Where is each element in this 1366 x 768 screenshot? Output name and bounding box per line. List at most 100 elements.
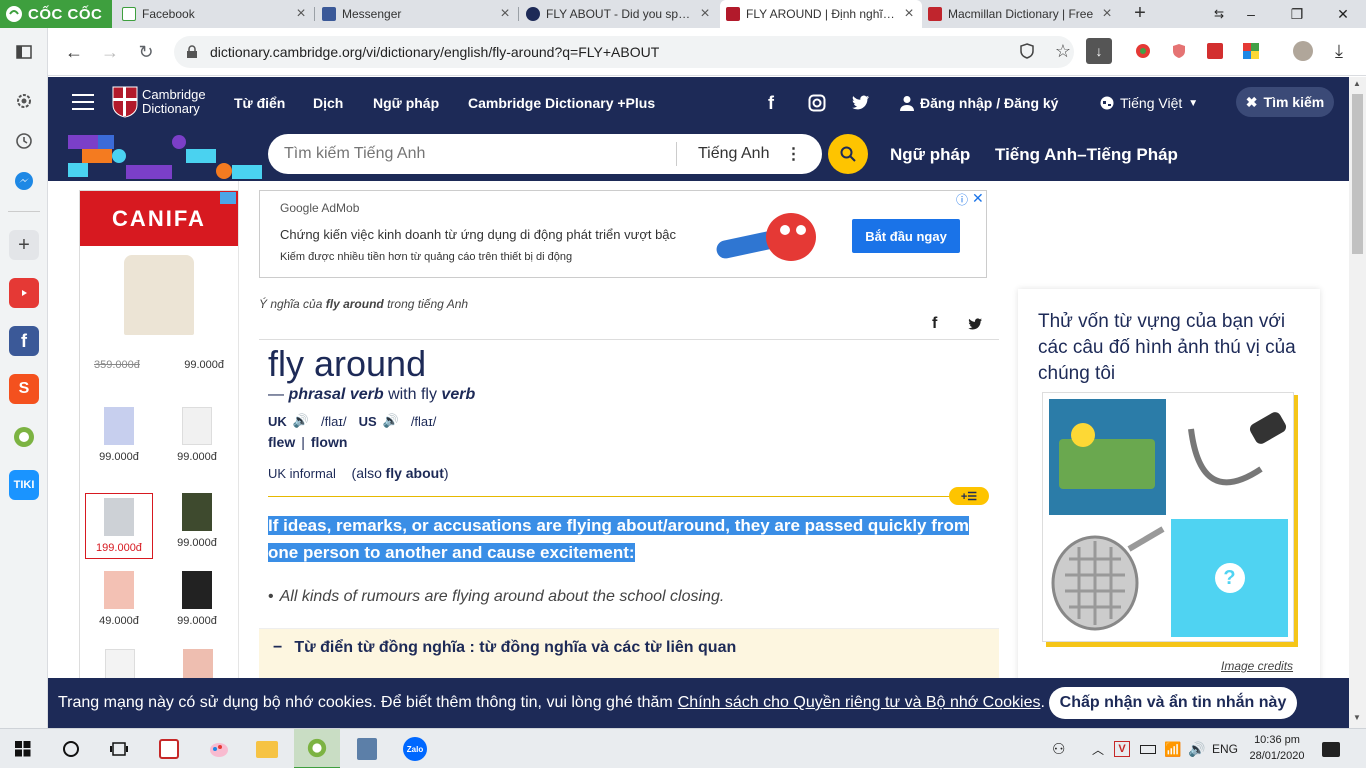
quiz-image-unknown[interactable]: ? <box>1171 519 1288 637</box>
volume-icon[interactable]: 🔊 <box>1188 729 1205 768</box>
nav-translate[interactable]: Dịch <box>313 77 343 129</box>
scroll-down-icon[interactable]: ▼ <box>1353 713 1361 722</box>
product-item-selected[interactable]: 199.000đ <box>85 493 153 559</box>
english-french-link[interactable]: Tiếng Anh–Tiếng Pháp <box>995 129 1178 181</box>
shopee-icon[interactable]: S <box>9 374 39 404</box>
login-link[interactable]: Đăng nhập / Đăng ký <box>900 77 1058 129</box>
new-tab-button[interactable]: + <box>1128 2 1152 26</box>
search-button[interactable] <box>828 134 868 174</box>
tab-fly-around[interactable]: FLY AROUND | Định nghĩa tr × <box>720 0 922 28</box>
close-tab-icon[interactable]: × <box>294 5 308 23</box>
minimize-button[interactable]: – <box>1228 0 1274 28</box>
input-language[interactable]: ENG <box>1212 729 1238 768</box>
sidebar-toggle-icon[interactable] <box>9 37 39 67</box>
tab-fly-about[interactable]: FLY ABOUT - Did you spell it × <box>520 0 718 28</box>
ad-close-icon[interactable]: ✕ <box>972 191 984 207</box>
close-tab-icon[interactable]: × <box>1100 5 1114 23</box>
image-credits-link[interactable]: Image credits <box>1221 659 1293 673</box>
close-tab-icon[interactable]: × <box>902 5 916 23</box>
coccoc-icon[interactable] <box>9 422 39 452</box>
language-selector[interactable]: Tiếng Việt ▼ <box>1100 77 1198 129</box>
task-view-icon[interactable] <box>96 729 142 768</box>
close-tab-icon[interactable]: × <box>698 5 712 23</box>
product-item[interactable]: 99.000đ <box>172 407 222 463</box>
product-item[interactable]: 99.000đ <box>172 493 222 549</box>
accept-cookies-button[interactable]: Chấp nhận và ẩn tin nhắn này <box>1049 687 1297 719</box>
maximize-button[interactable]: ❐ <box>1274 0 1320 28</box>
tiki-icon[interactable]: TIKI <box>9 470 39 500</box>
nav-grammar[interactable]: Ngữ pháp <box>373 77 439 129</box>
add-app-icon[interactable]: + <box>9 230 39 260</box>
scrollbar-thumb[interactable] <box>1352 94 1363 254</box>
forward-icon[interactable]: → <box>94 36 126 68</box>
cambridge-logo[interactable]: Cambridge Dictionary <box>112 86 206 118</box>
download-page-icon[interactable]: ↓ <box>1086 38 1112 64</box>
url-bar[interactable]: dictionary.cambridge.org/vi/dictionary/e… <box>174 36 1074 68</box>
extension-chrome-icon[interactable] <box>1130 38 1156 64</box>
history-icon[interactable] <box>9 126 39 156</box>
profile-avatar[interactable] <box>1290 38 1316 64</box>
menu-icon[interactable] <box>72 91 94 113</box>
admob-banner[interactable]: Google AdMob Chứng kiến việc kinh doanh … <box>259 190 987 278</box>
show-hidden-icon[interactable]: ︿ <box>1092 729 1104 768</box>
reload-icon[interactable]: ↻ <box>130 36 162 68</box>
antivirus-icon[interactable]: V <box>1114 729 1130 768</box>
scroll-up-icon[interactable]: ▲ <box>1353 79 1361 88</box>
share-facebook-icon[interactable]: f <box>932 315 937 333</box>
extension-shield-icon[interactable] <box>1166 38 1192 64</box>
bookmark-star-icon[interactable]: ☆ <box>1050 38 1076 64</box>
canifa-ad[interactable]: CANIFA 359.000đ 99.000đ 99.000đ 99.000đ … <box>79 190 239 678</box>
product-item[interactable]: 99.000đ <box>172 571 222 627</box>
app-red-icon[interactable] <box>146 729 192 768</box>
notification-icon[interactable] <box>1322 729 1340 768</box>
adchoices-icon[interactable] <box>220 192 236 204</box>
quiz-image-masher[interactable] <box>1049 519 1166 637</box>
search-input[interactable] <box>268 134 668 174</box>
twitter-icon[interactable] <box>852 95 870 110</box>
start-icon[interactable] <box>0 729 46 768</box>
nav-dictionary[interactable]: Từ điển <box>234 77 285 129</box>
grammar-link[interactable]: Ngữ pháp <box>890 129 970 181</box>
browser-brand[interactable]: CỐC CỐC <box>0 0 112 28</box>
back-icon[interactable]: ← <box>58 36 90 68</box>
extension-red-icon[interactable] <box>1202 38 1228 64</box>
admob-cta-button[interactable]: Bắt đầu ngay <box>852 219 960 253</box>
settings-icon[interactable] <box>9 86 39 116</box>
battery-icon[interactable] <box>1140 729 1156 768</box>
nav-plus[interactable]: Cambridge Dictionary +Plus <box>468 77 655 129</box>
paint-icon[interactable] <box>196 729 242 768</box>
facebook-icon[interactable]: f <box>9 326 39 356</box>
quiz-image-dishwasher[interactable] <box>1049 399 1166 515</box>
shield-icon[interactable] <box>1014 38 1040 64</box>
dictionary-select[interactable]: Tiếng Anh ⋮ <box>698 134 801 174</box>
file-explorer-icon[interactable] <box>244 729 290 768</box>
close-tab-icon[interactable]: × <box>498 5 512 23</box>
instagram-icon[interactable] <box>808 94 826 112</box>
share-twitter-icon[interactable] <box>968 318 983 330</box>
coccoc-taskbar-icon[interactable] <box>294 729 340 768</box>
tab-facebook[interactable]: Facebook × <box>116 0 314 28</box>
messenger-icon[interactable] <box>9 166 39 196</box>
thesaurus-box[interactable]: − Từ điển từ đồng nghĩa : từ đồng nghĩa … <box>259 628 999 678</box>
cookie-policy-link[interactable]: Chính sách cho Quyền riêng tư và Bộ nhớ … <box>678 694 1041 712</box>
youtube-icon[interactable] <box>9 278 39 308</box>
quiz-image-peeler[interactable] <box>1171 399 1288 515</box>
downloads-icon[interactable]: ⤓ <box>1326 38 1352 64</box>
add-to-list-icon[interactable]: +☰ <box>949 487 989 505</box>
tab-messenger[interactable]: Messenger × <box>316 0 518 28</box>
people-icon[interactable]: ⚇ <box>1052 729 1065 768</box>
close-window-button[interactable]: ✕ <box>1320 0 1366 28</box>
vertical-scrollbar[interactable]: ▲ ▼ <box>1349 77 1366 728</box>
product-item[interactable]: 49.000đ <box>94 571 144 627</box>
search-toggle-button[interactable]: ✖ Tìm kiếm <box>1236 87 1334 117</box>
ad-info-icon[interactable]: ⓘ <box>956 191 968 208</box>
cortana-icon[interactable] <box>48 729 94 768</box>
tab-macmillan[interactable]: Macmillan Dictionary | Free × <box>922 0 1120 28</box>
facebook-icon[interactable]: f <box>768 77 774 129</box>
collapse-icon[interactable]: − <box>273 639 282 657</box>
wifi-icon[interactable]: 📶 <box>1164 729 1181 768</box>
us-audio-icon[interactable]: 🔊 <box>383 413 399 429</box>
clock[interactable]: 10:36 pm 28/01/2020 <box>1248 732 1306 764</box>
zalo-icon[interactable]: Zalo <box>392 729 438 768</box>
app-photo-icon[interactable] <box>344 729 390 768</box>
